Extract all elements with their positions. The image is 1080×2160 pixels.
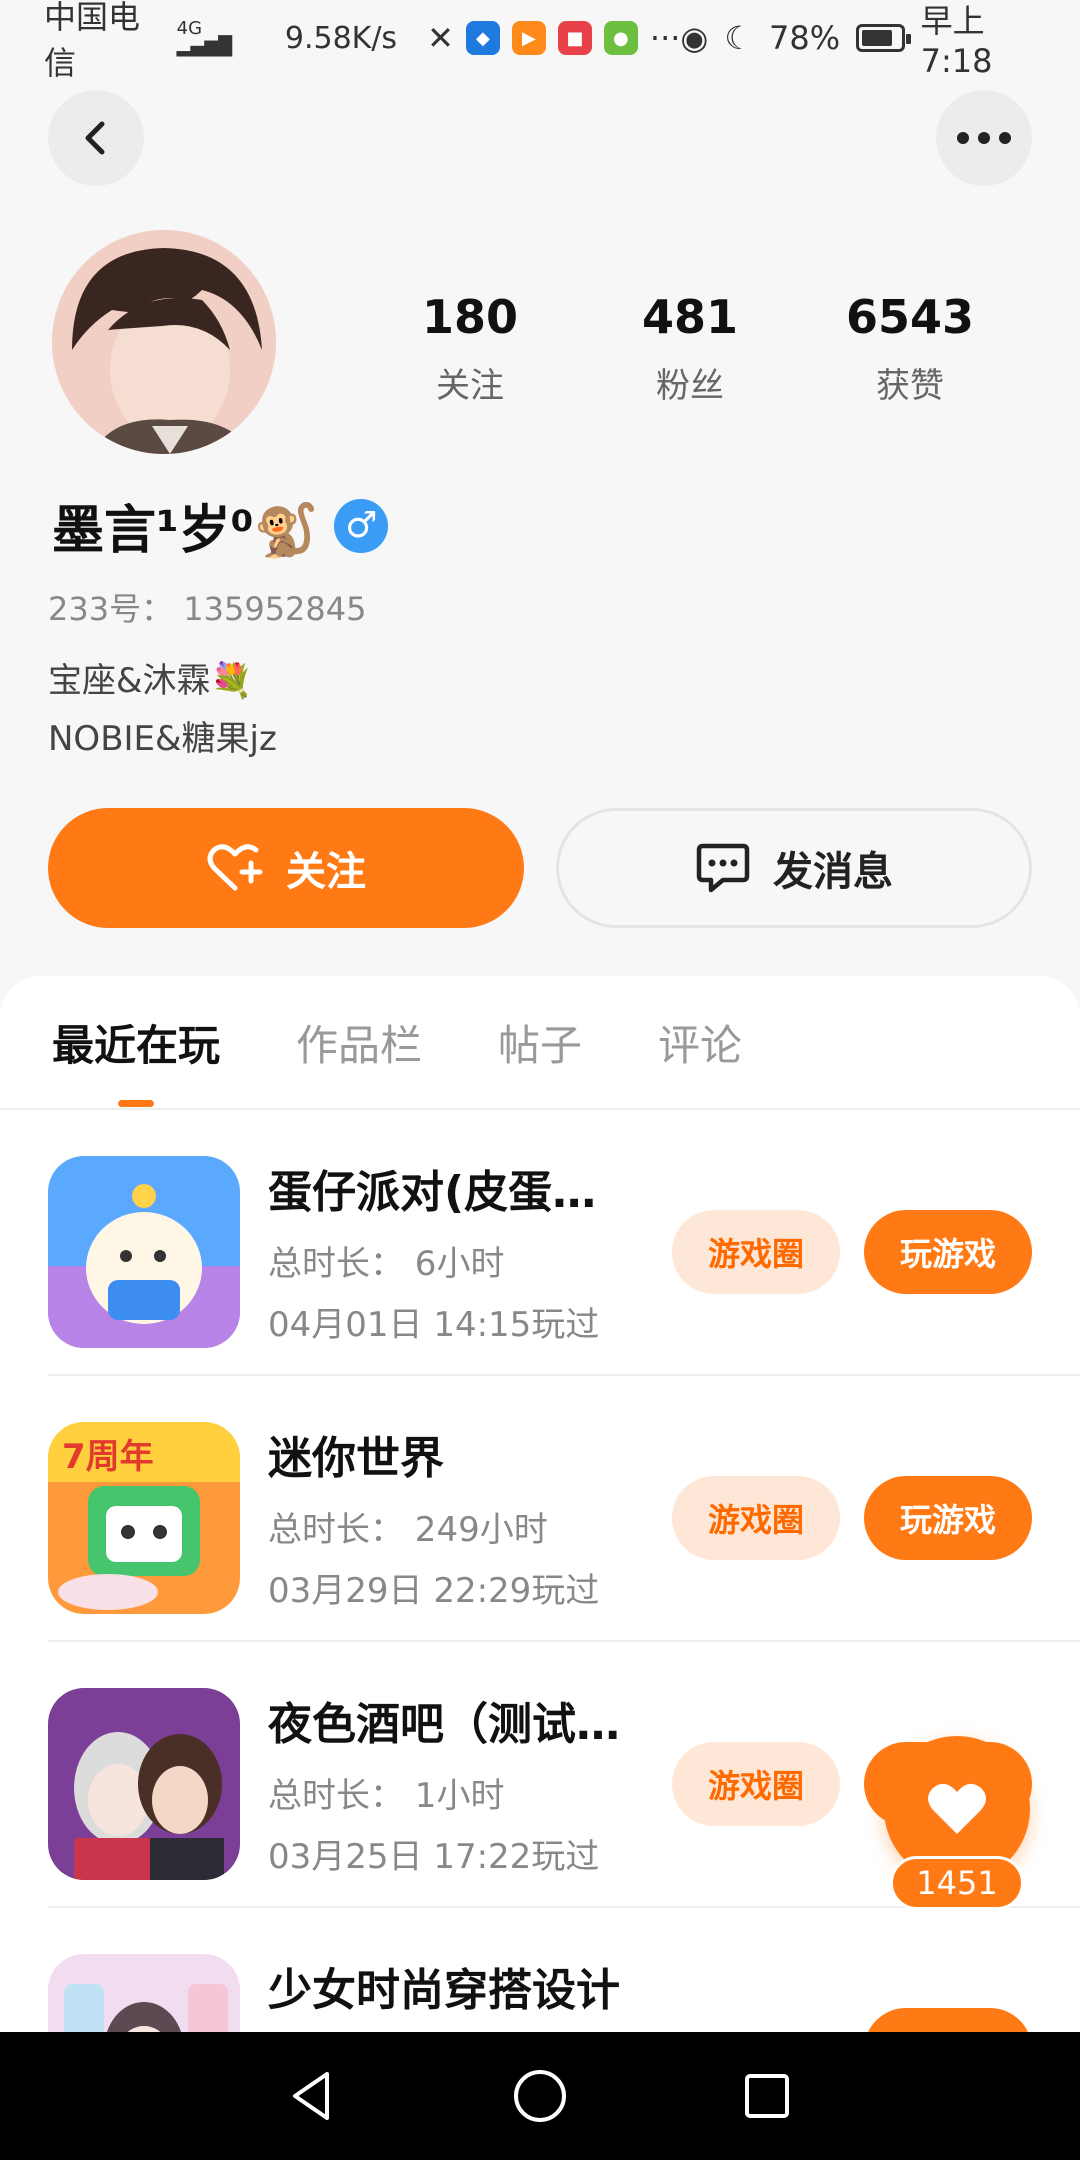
signal-icon: 4G ▂▄▆█	[176, 18, 233, 57]
game-title: 蛋仔派对(皮蛋…	[268, 1167, 597, 1218]
tab-recently-played[interactable]: 最近在玩	[52, 1012, 220, 1107]
chevron-left-icon	[85, 121, 105, 155]
game-title: 夜色酒吧（测试…	[268, 1699, 620, 1750]
send-message-button[interactable]: 发消息	[556, 808, 1032, 928]
tab-bar: 最近在玩 作品栏 帖子 评论	[0, 976, 1080, 1110]
game-duration: 总时长： 1小时	[268, 1776, 505, 1816]
play-game-button[interactable]: 玩游戏	[864, 1476, 1032, 1560]
more-dots-icon	[957, 132, 1011, 144]
user-id: 233号： 135952845	[48, 590, 367, 628]
nav-recents-icon[interactable]	[737, 2066, 797, 2126]
game-last-played: 03月29日 22:29玩过	[268, 1571, 600, 1611]
male-gender-icon: ♂	[334, 498, 389, 553]
game-icon-eggy-party[interactable]	[48, 1156, 240, 1348]
user-bio: 宝座&沐霖💐 NOBIE&糖果jz	[48, 652, 277, 768]
system-nav-bar	[0, 2032, 1080, 2160]
game-icon-night-bar[interactable]	[48, 1688, 240, 1880]
huawei-app-icon: ■	[557, 21, 592, 55]
game-row[interactable]: 少女时尚穿搭设计	[48, 1908, 1080, 2032]
game-duration: 总时长： 249小时	[268, 1510, 548, 1550]
game-info: 蛋仔派对(皮蛋… 总时长： 6小时 04月01日 14:15玩过	[268, 1156, 708, 1346]
bio-line: NOBIE&糖果jz	[48, 719, 277, 759]
profile-stats: 180 关注 481 粉丝 6543 获赞	[360, 290, 1020, 407]
stat-likes[interactable]: 6543 获赞	[800, 290, 1020, 407]
missed-call-icon: ✕	[427, 19, 454, 57]
carrier-label: 中国电信	[44, 0, 141, 82]
video-app-icon: ▶	[511, 21, 546, 55]
game-info: 夜色酒吧（测试… 总时长： 1小时 03月25日 17:22玩过	[268, 1688, 708, 1878]
game-title: 迷你世界	[268, 1433, 444, 1484]
nav-back-icon[interactable]	[283, 2066, 343, 2126]
game-title: 少女时尚穿搭设计	[268, 1965, 620, 2016]
tab-posts[interactable]: 帖子	[498, 1012, 582, 1073]
notification-icons: ✕ ◆ ▶ ■ ● ···	[427, 19, 680, 57]
name-row: 墨言¹岁⁰🐒 ♂	[52, 488, 389, 563]
stat-number: 180	[421, 290, 519, 344]
stat-label: 粉丝	[656, 366, 724, 406]
clock: 早上7:18	[920, 2, 993, 80]
game-last-played: 03月25日 17:22玩过	[268, 1837, 600, 1877]
eye-icon: ◉	[680, 19, 709, 57]
more-button[interactable]	[936, 90, 1032, 186]
follow-label: 关注	[286, 849, 366, 895]
back-button[interactable]	[48, 90, 144, 186]
game-circle-button[interactable]: 游戏圈	[672, 1476, 840, 1560]
stat-fans[interactable]: 481 粉丝	[580, 290, 800, 407]
shield-app-icon: ◆	[465, 21, 500, 55]
avatar-image	[52, 230, 276, 454]
game-row[interactable]: 蛋仔派对(皮蛋… 总时长： 6小时 04月01日 14:15玩过 游戏圈 玩游戏	[48, 1110, 1080, 1376]
stat-following[interactable]: 180 关注	[360, 290, 580, 407]
svg-text:7周年: 7周年	[62, 1437, 154, 1477]
user-name: 墨言¹岁⁰🐒	[52, 501, 319, 561]
game-icon-mini-world[interactable]: 7周年	[48, 1422, 240, 1614]
status-bar: 中国电信 4G ▂▄▆█ 9.58K/s ✕ ◆ ▶ ■ ● ··· ◉ ☾ 7…	[0, 0, 1080, 82]
play-game-button[interactable]: 玩游戏	[864, 1210, 1032, 1294]
net-speed: 9.58K/s	[284, 20, 398, 56]
heart-icon	[928, 1783, 986, 1834]
stat-label: 关注	[436, 366, 504, 406]
play-game-button[interactable]	[864, 2008, 1032, 2032]
heart-plus-icon	[207, 844, 263, 891]
tab-comments[interactable]: 评论	[658, 1012, 742, 1073]
game-last-played: 04月01日 14:15玩过	[268, 1305, 600, 1345]
battery-icon	[856, 24, 912, 52]
game-circle-button[interactable]: 游戏圈	[672, 1742, 840, 1826]
nav-home-icon[interactable]	[510, 2066, 570, 2126]
moon-icon: ☾	[724, 19, 754, 57]
like-count: 1451	[890, 1856, 1024, 1910]
game-icon-fashion-design[interactable]	[48, 1954, 240, 2032]
more-notifications-icon: ···	[649, 19, 681, 57]
follow-button[interactable]: 关注	[48, 808, 524, 928]
message-label: 发消息	[773, 849, 893, 895]
game-info: 少女时尚穿搭设计	[268, 1954, 708, 2018]
tab-works[interactable]: 作品栏	[296, 1012, 422, 1073]
chat-bubble-icon	[696, 843, 750, 893]
stat-number: 6543	[845, 290, 975, 344]
game-row[interactable]: 7周年 迷你世界 总时长： 249小时 03月29日 22:29玩过 游戏圈 玩…	[48, 1376, 1080, 1642]
game-circle-button[interactable]: 游戏圈	[672, 1210, 840, 1294]
battery-percent: 78%	[769, 19, 841, 57]
avatar[interactable]	[52, 230, 276, 454]
stat-label: 获赞	[876, 366, 944, 406]
stat-number: 481	[641, 290, 739, 344]
bio-line: 宝座&沐霖💐	[48, 661, 253, 701]
game-info: 迷你世界 总时长： 249小时 03月29日 22:29玩过	[268, 1422, 708, 1612]
game-app-icon: ●	[603, 21, 638, 55]
game-duration: 总时长： 6小时	[268, 1244, 505, 1284]
